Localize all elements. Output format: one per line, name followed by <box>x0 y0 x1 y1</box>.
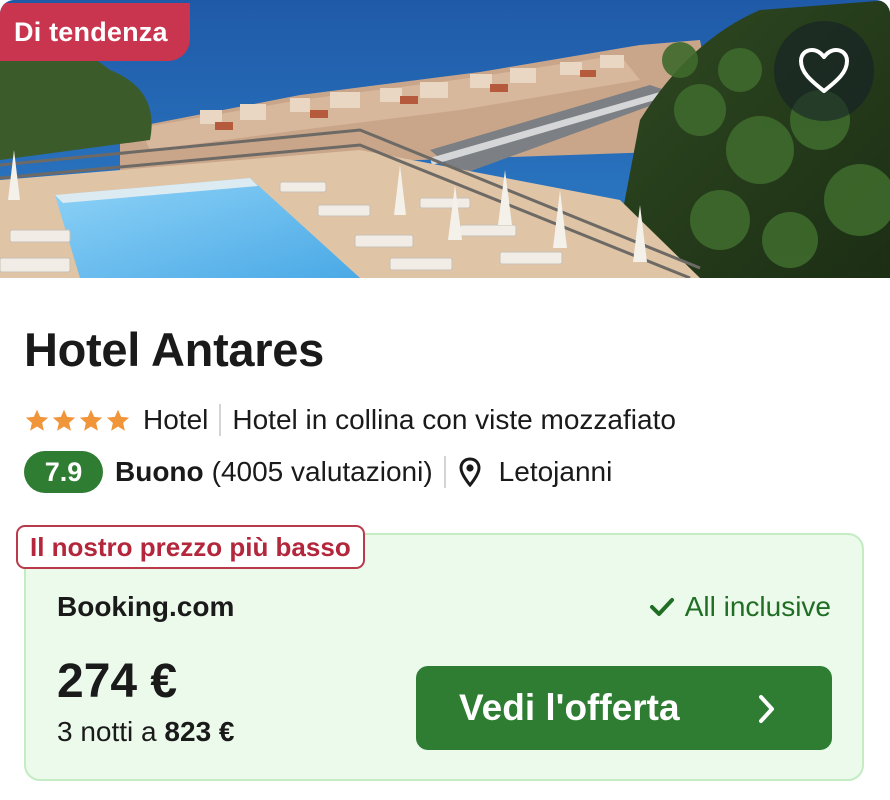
total-price: 823 € <box>164 716 235 747</box>
star-icon <box>52 409 76 431</box>
review-count[interactable]: (4005 valutazioni) <box>212 456 433 488</box>
hero-image[interactable]: Di tendenza <box>0 0 890 278</box>
board-type: All inclusive <box>649 591 831 623</box>
star-icon <box>106 409 130 431</box>
map-pin-icon <box>459 457 481 487</box>
favorite-button[interactable] <box>774 21 874 121</box>
view-deal-label: Vedi l'offerta <box>459 687 680 728</box>
trending-badge: Di tendenza <box>0 3 190 61</box>
divider <box>219 404 222 436</box>
heart-icon <box>799 48 849 93</box>
nights-total: 3 notti a 823 € <box>57 716 235 748</box>
offer-price: 274 € <box>57 655 178 708</box>
score-label: Buono <box>115 456 204 487</box>
hotel-info-row: Hotel Hotel in collina con viste mozzafi… <box>24 400 676 440</box>
view-deal-button[interactable]: Vedi l'offerta <box>416 666 832 750</box>
star-icon <box>25 409 49 431</box>
nights-prefix: 3 notti a <box>57 716 157 747</box>
hotel-tagline: Hotel in collina con viste mozzafiato <box>232 404 676 435</box>
rating-row: 7.9 Buono (4005 valutazioni) Letojanni <box>24 450 612 494</box>
lowest-price-tag: Il nostro prezzo più basso <box>16 525 365 569</box>
hotel-type: Hotel <box>143 404 209 435</box>
hotel-name[interactable]: Hotel Antares <box>24 322 324 377</box>
chevron-right-icon <box>759 695 774 723</box>
star-rating <box>24 408 131 433</box>
offer-provider: Booking.com <box>57 591 235 622</box>
score-badge: 7.9 <box>24 451 103 493</box>
hotel-location[interactable]: Letojanni <box>499 456 613 488</box>
check-icon <box>649 598 674 616</box>
star-icon <box>79 409 103 431</box>
board-type-label: All inclusive <box>684 591 831 622</box>
divider <box>443 456 446 488</box>
